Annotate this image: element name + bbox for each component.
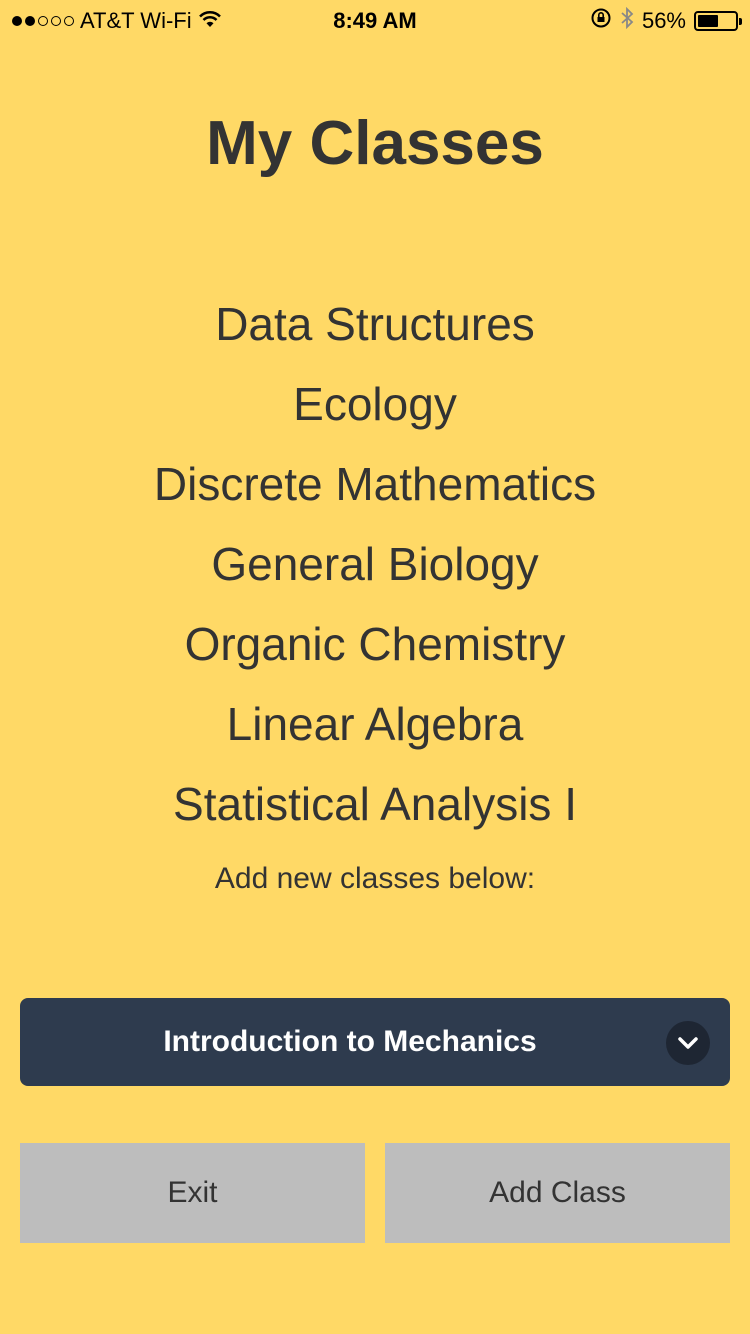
battery-icon	[694, 11, 742, 31]
class-item[interactable]: Discrete Mathematics	[0, 452, 750, 532]
class-select-dropdown[interactable]: Introduction to Mechanics	[20, 998, 730, 1086]
class-item[interactable]: Organic Chemistry	[0, 612, 750, 692]
page-title: My Classes	[206, 109, 544, 178]
class-item[interactable]: Linear Algebra	[0, 692, 750, 772]
bluetooth-icon	[620, 6, 634, 35]
status-bar: AT&T Wi-Fi 8:49 AM 56%	[0, 0, 750, 40]
class-item[interactable]: Data Structures	[0, 292, 750, 372]
class-item[interactable]: Statistical Analysis I	[0, 772, 750, 852]
battery-level	[698, 15, 719, 27]
rotation-lock-icon	[590, 7, 612, 35]
add-classes-hint: Add new classes below:	[214, 862, 536, 895]
status-right: 56%	[590, 6, 742, 35]
class-select-value: Introduction to Mechanics	[163, 1025, 537, 1058]
class-list: Data Structures Ecology Discrete Mathema…	[0, 292, 750, 852]
battery-percent: 56%	[641, 8, 686, 33]
chevron-down-icon[interactable]	[666, 1021, 710, 1065]
add-class-button[interactable]: Add Class	[385, 1143, 730, 1243]
class-item[interactable]: Ecology	[0, 372, 750, 452]
class-item[interactable]: General Biology	[0, 532, 750, 612]
exit-button[interactable]: Exit	[20, 1143, 365, 1243]
